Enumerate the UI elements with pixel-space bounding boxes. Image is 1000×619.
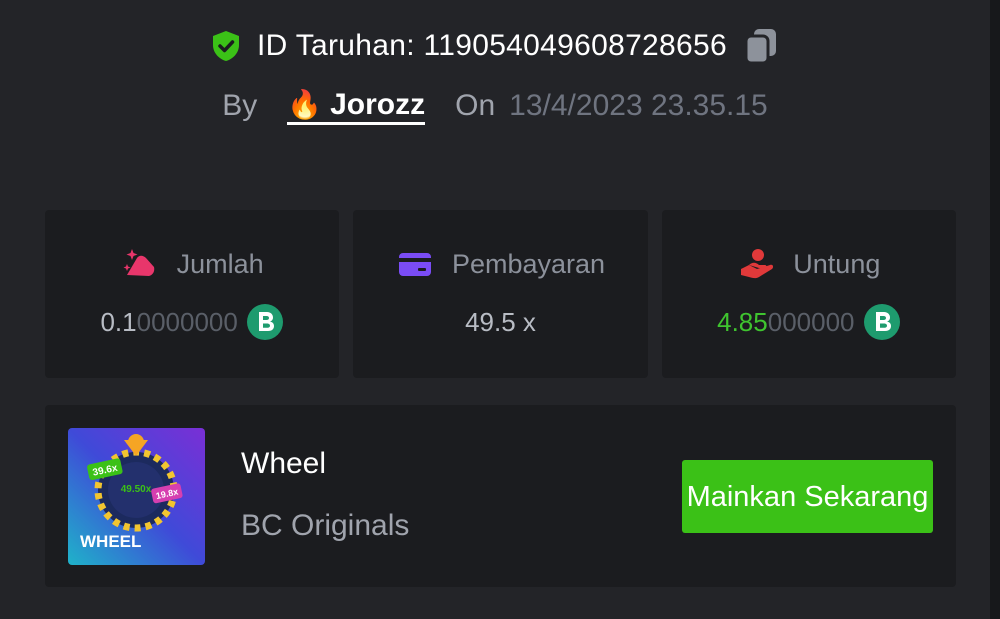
stat-label-profit: Untung <box>793 248 881 279</box>
game-name[interactable]: Wheel <box>241 447 326 481</box>
game-card: 39.6x 49.50x 19.8x WHEEL Wheel BC Origin… <box>45 405 956 587</box>
bc-coin-icon <box>863 303 901 341</box>
stat-label-payout: Pembayaran <box>451 248 606 279</box>
thumb-title: WHEEL <box>80 532 141 551</box>
username: Jorozz <box>330 87 426 121</box>
fire-icon: 🔥 <box>287 88 323 120</box>
bc-coin-icon <box>246 303 284 341</box>
play-now-button[interactable]: Mainkan Sekarang <box>682 460 933 533</box>
verified-shield-icon <box>209 29 243 63</box>
thumb-multiplier-center: 49.50x <box>121 484 152 495</box>
stat-card-payout: Pembayaran 49.5 x <box>353 210 648 378</box>
copy-icon[interactable] <box>741 26 781 66</box>
stat-value-profit: 4.85000000 <box>717 306 855 337</box>
username-link[interactable]: 🔥 Jorozz <box>287 87 426 125</box>
stat-value-payout: 49.5 x <box>465 306 536 337</box>
bet-stats: Jumlah 0.10000000 Pembayaran 49.5 x Untu… <box>45 210 956 378</box>
stat-value-amount: 0.10000000 <box>100 306 238 337</box>
bet-amount-icon <box>121 245 159 283</box>
stat-label-amount: Jumlah <box>176 248 264 279</box>
profit-hand-icon <box>737 245 775 283</box>
bet-id-row: ID Taruhan: 119054049608728656 <box>0 24 990 68</box>
bet-meta-row: By 🔥 Jorozz On 13/4/2023 23.35.15 <box>0 84 990 128</box>
scrollbar-track <box>990 0 1000 619</box>
game-provider: BC Originals <box>241 509 410 542</box>
bet-id: ID Taruhan: 119054049608728656 <box>257 29 727 62</box>
card-icon <box>396 245 434 283</box>
stat-card-profit: Untung 4.85000000 <box>661 210 956 378</box>
by-label: By <box>222 89 258 122</box>
stat-card-amount: Jumlah 0.10000000 <box>45 210 340 378</box>
bet-date: 13/4/2023 23.35.15 <box>509 89 768 122</box>
game-thumbnail[interactable]: 39.6x 49.50x 19.8x WHEEL <box>68 428 205 565</box>
on-label: On <box>455 89 496 122</box>
